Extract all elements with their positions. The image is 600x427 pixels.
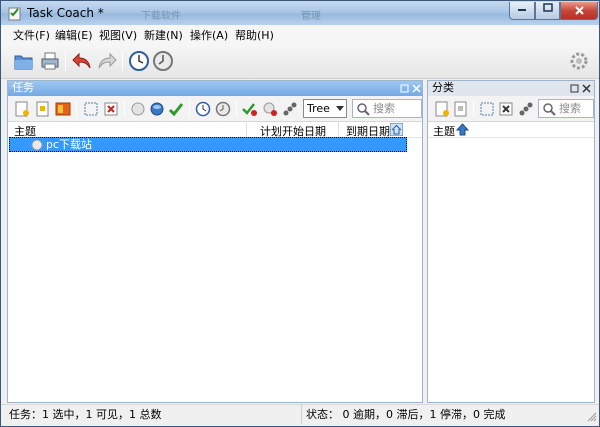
toolbar-separator [65, 51, 66, 71]
categories-search-placeholder: 搜索 [559, 102, 581, 115]
view-mode-select[interactable]: Tree [303, 99, 347, 118]
background-title-1: 下载软件 [141, 11, 181, 22]
panel-close-icon[interactable] [412, 84, 421, 93]
panel-close-icon[interactable] [582, 84, 591, 93]
tasks-search-input[interactable]: 搜索 [352, 99, 422, 118]
select-all-icon[interactable] [83, 101, 99, 117]
tasks-column-header: 主题 计划开始日期 到期日期 [8, 122, 422, 138]
gear-icon[interactable] [568, 50, 590, 72]
column-divider [338, 122, 339, 138]
clock-icon[interactable] [128, 50, 150, 72]
categories-toolbar: 搜索 [428, 96, 594, 122]
maximize-button[interactable] [535, 2, 560, 20]
chevron-down-icon [336, 106, 344, 111]
toolbar-separator [189, 101, 190, 117]
menu-new[interactable]: 新建(N) [144, 27, 183, 43]
categories-column-header: 主题 [428, 122, 594, 138]
open-folder-icon[interactable] [13, 50, 35, 72]
status-tasks-summary: 任务：1 选中，1 可见，1 总数 [9, 408, 162, 421]
delete-task-icon[interactable] [103, 101, 119, 117]
delete-category-icon[interactable] [498, 101, 514, 117]
mark-completed-icon[interactable] [168, 101, 184, 117]
minimize-icon [518, 9, 526, 11]
mark-inactive-icon[interactable] [130, 101, 146, 117]
mark-active-icon[interactable] [149, 101, 165, 117]
status-bar-left: 任务：1 选中，1 可见，1 总数 [1, 404, 301, 424]
dependency-chain-icon[interactable] [282, 101, 298, 117]
toolbar-separator [236, 101, 237, 117]
categories-panel-title-bar: 分类 [428, 81, 594, 96]
categories-panel-title: 分类 [432, 81, 454, 94]
categories-search-input[interactable]: 搜索 [538, 99, 594, 118]
tasks-panel: 任务 Tree 搜索 主题 计划开始日期 到期日期 [7, 80, 423, 403]
menu-bar: 文件(F) 编辑(E) 视图(V) 新建(N) 操作(A) 帮助(H) [1, 25, 599, 43]
task-subject: pc下载站 [46, 138, 93, 151]
task-coach-window: Task Coach * 下载软件 管理 文件(F) 编辑(E) 视图(V) 新… [0, 0, 600, 427]
title-bar: Task Coach * 下载软件 管理 [1, 1, 599, 25]
search-icon [543, 103, 556, 116]
tasks-search-placeholder: 搜索 [373, 102, 395, 115]
start-tracking-icon[interactable] [195, 101, 211, 117]
edit-task-color-icon[interactable] [55, 101, 71, 117]
undo-arrow-icon[interactable] [71, 50, 93, 72]
column-divider [246, 122, 247, 138]
toolbar-separator [76, 101, 77, 117]
toolbar-separator [473, 101, 474, 117]
categories-panel: 分类 搜索 主题 [427, 80, 595, 403]
close-button[interactable] [560, 2, 598, 20]
stop-tracking-icon[interactable] [215, 101, 231, 117]
menu-actions[interactable]: 操作(A) [190, 27, 228, 43]
sort-up-icon[interactable] [456, 123, 469, 136]
new-task-icon[interactable] [14, 101, 30, 117]
tasks-toolbar: Tree 搜索 [8, 96, 422, 122]
menu-file[interactable]: 文件(F) [13, 27, 50, 43]
hide-completed-icon[interactable] [242, 101, 258, 117]
task-status-icon [31, 139, 43, 151]
view-mode-value: Tree [307, 102, 330, 115]
task-coach-app-icon [8, 7, 21, 21]
status-bar-right: 状态： 0 逾期，0 滞后，1 停滞，0 完成 [301, 404, 599, 424]
table-row[interactable]: pc下载站 [9, 137, 407, 152]
redo-arrow-icon[interactable] [96, 50, 118, 72]
panel-restore-icon[interactable] [400, 84, 409, 93]
new-subcategory-icon[interactable] [453, 101, 469, 117]
status-state-summary: 状态： 0 逾期，0 滞后，1 停滞，0 完成 [306, 408, 506, 421]
menu-help[interactable]: 帮助(H) [235, 27, 274, 43]
search-icon [357, 103, 370, 116]
new-subtask-icon[interactable] [35, 101, 51, 117]
home-icon[interactable] [390, 123, 403, 136]
main-toolbar [1, 43, 599, 79]
printer-icon[interactable] [39, 50, 61, 72]
tasks-panel-title: 任务 [12, 81, 34, 94]
menu-edit[interactable]: 编辑(E) [55, 27, 93, 43]
window-title: Task Coach * [27, 6, 104, 20]
toolbar-separator [124, 101, 125, 117]
minimize-button[interactable] [509, 2, 535, 20]
select-all-icon[interactable] [479, 101, 495, 117]
tasks-panel-title-bar: 任务 [8, 81, 422, 96]
toolbar-separator [122, 51, 123, 71]
maximize-icon [542, 3, 553, 12]
dependency-chain-icon[interactable] [518, 101, 534, 117]
background-title-2: 管理 [301, 11, 321, 22]
new-category-icon[interactable] [434, 101, 450, 117]
clock-alt-icon[interactable] [152, 50, 174, 72]
column-subject[interactable]: 主题 [433, 123, 455, 139]
menu-view[interactable]: 视图(V) [99, 27, 137, 43]
close-icon [574, 6, 584, 15]
hide-inactive-icon[interactable] [262, 101, 278, 117]
resize-grip-icon[interactable] [587, 412, 597, 422]
panel-restore-icon[interactable] [570, 84, 579, 93]
